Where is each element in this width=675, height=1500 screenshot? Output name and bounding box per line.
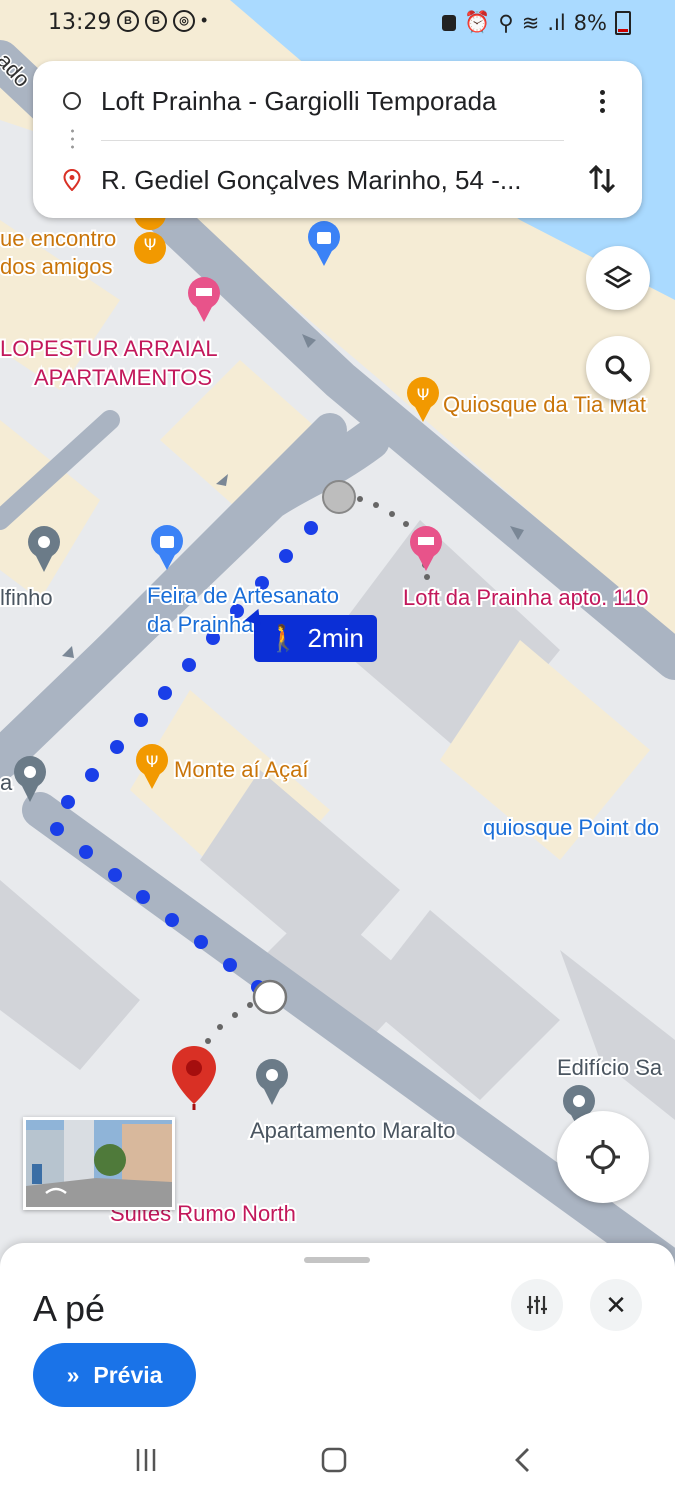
origin-marker	[322, 480, 356, 514]
poi-label: LOPESTUR ARRAIAL	[0, 336, 218, 361]
origin-circle-icon	[63, 92, 81, 110]
recent-apps-button[interactable]	[126, 1442, 166, 1478]
svg-text:Ψ: Ψ	[144, 235, 157, 254]
lock-icon	[442, 14, 457, 31]
street-view-thumbnail[interactable]	[23, 1117, 175, 1210]
poi-label: Monte aí Açaí	[174, 757, 309, 782]
poi-label: quiosque Point do	[483, 815, 659, 840]
destination-field[interactable]: R. Gediel Gonçalves Marinho, 54 -...	[101, 165, 522, 196]
system-nav-bar	[0, 1420, 675, 1500]
poi-label: ue encontro	[0, 226, 116, 251]
drag-handle[interactable]	[304, 1257, 370, 1263]
route-card: Loft Prainha - Gargiolli Temporada R. Ge…	[33, 61, 642, 218]
swap-icon[interactable]	[586, 159, 620, 199]
notification-b-icon: B	[145, 10, 167, 32]
wifi-icon: ≋	[521, 10, 540, 35]
walk-duration-badge[interactable]: 🚶 2min	[254, 615, 377, 662]
status-time: 13:29	[48, 10, 112, 35]
more-notifications-icon: •	[201, 10, 208, 30]
poi-label: lfinho	[0, 585, 53, 610]
walking-icon: 🚶	[267, 623, 300, 653]
layers-button[interactable]	[586, 246, 650, 310]
notification-sync-icon: ◎	[173, 10, 195, 32]
search-button[interactable]	[586, 336, 650, 400]
notification-icons: B B ◎ •	[117, 10, 207, 32]
route-options-button[interactable]	[511, 1279, 563, 1331]
poi-label: APARTAMENTOS	[34, 365, 212, 390]
poi-label: dos amigos	[0, 254, 113, 279]
svg-text:Ψ: Ψ	[417, 385, 430, 404]
home-button[interactable]	[314, 1442, 354, 1478]
recent-apps-icon	[136, 1449, 156, 1471]
poi-label: Loft da Prainha apto. 110	[403, 585, 648, 610]
signal-icon: .ıl	[547, 10, 566, 35]
back-icon	[515, 1448, 529, 1472]
preview-label: Prévia	[93, 1361, 163, 1388]
tune-icon	[527, 1296, 547, 1314]
divider	[101, 140, 564, 141]
my-location-button[interactable]	[557, 1111, 649, 1203]
destination-pin-icon	[63, 169, 81, 191]
poi-label: da Prainha	[147, 612, 254, 637]
battery-percent: 8%	[573, 10, 607, 35]
status-bar: 13:29 B B ◎ • ⏰ ⚲ ≋ .ıl 8%	[0, 0, 675, 48]
destination-start-marker	[252, 979, 288, 1015]
travel-mode-title: A pé	[33, 1288, 106, 1329]
layers-icon	[603, 265, 633, 289]
back-button[interactable]	[503, 1442, 543, 1478]
origin-field[interactable]: Loft Prainha - Gargiolli Temporada	[101, 86, 497, 117]
walk-duration: 2min	[307, 623, 364, 653]
origin-row[interactable]: Loft Prainha - Gargiolli Temporada	[33, 71, 642, 131]
destination-row[interactable]: R. Gediel Gonçalves Marinho, 54 -...	[33, 150, 642, 210]
double-chevron-icon: »	[66, 1361, 80, 1388]
location-icon: ⚲	[498, 10, 514, 35]
svg-text:Ψ: Ψ	[146, 752, 159, 771]
street-view-image	[26, 1120, 172, 1207]
more-vert-icon[interactable]	[590, 83, 614, 119]
my-location-icon	[586, 1140, 620, 1174]
alarm-icon: ⏰	[464, 10, 491, 34]
search-icon	[605, 355, 632, 382]
close-button[interactable]: ✕	[590, 1279, 642, 1331]
system-icons: ⏰ ⚲ ≋ .ıl 8%	[442, 10, 631, 35]
battery-icon	[615, 10, 631, 35]
poi-label: Edifício Sa	[557, 1055, 663, 1080]
home-icon	[321, 1447, 347, 1473]
preview-button[interactable]: » Prévia	[33, 1343, 196, 1407]
notification-b-icon: B	[117, 10, 139, 32]
poi-label: a	[0, 770, 13, 795]
poi-label: Feira de Artesanato	[147, 583, 339, 608]
poi-label: Apartamento Maralto	[250, 1118, 455, 1143]
